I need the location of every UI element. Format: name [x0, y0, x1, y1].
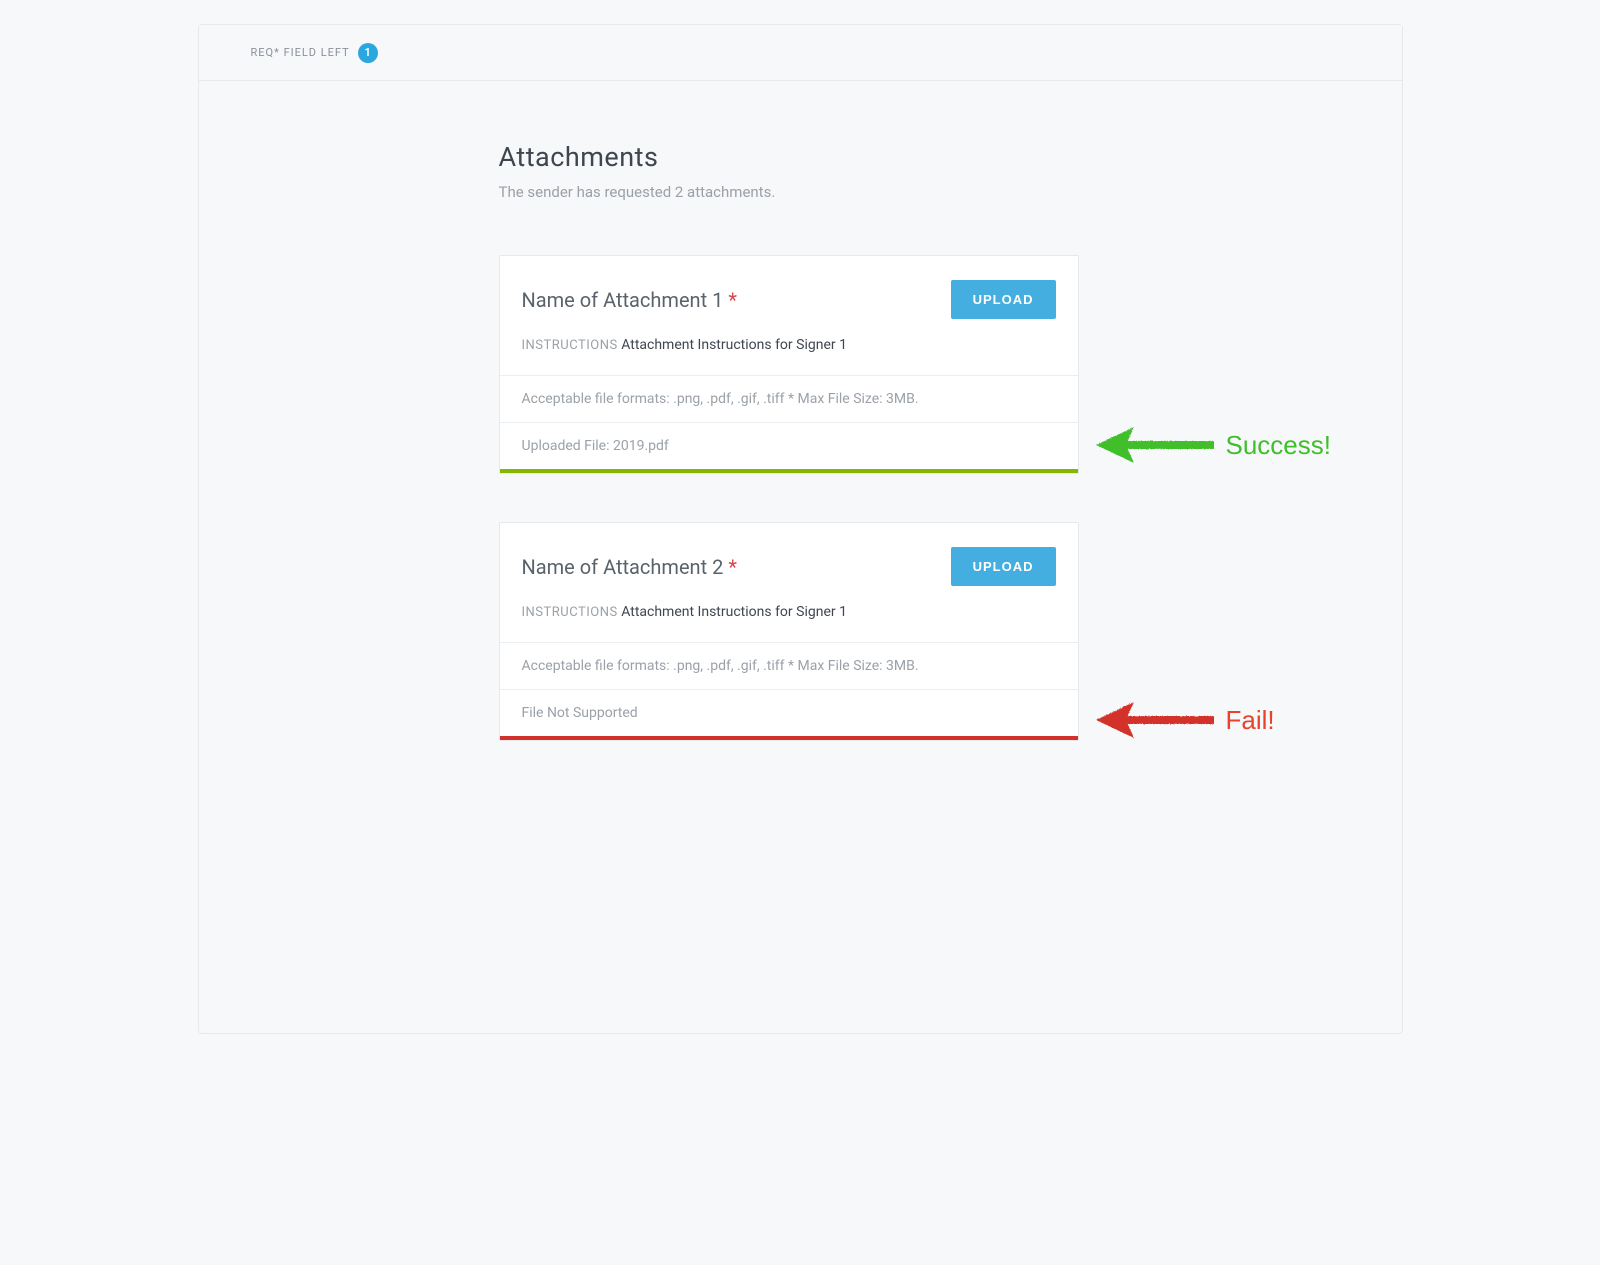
attachment-card-head: Name of Attachment 2 * UPLOAD	[500, 523, 1078, 604]
required-star-icon: *	[728, 555, 737, 579]
attachment-title-text: Name of Attachment 2	[522, 555, 724, 579]
attachment-title-text: Name of Attachment 1	[522, 288, 724, 312]
attachment-status-text: Uploaded File: 2019.pdf	[500, 422, 1078, 469]
content: Attachments The sender has requested 2 a…	[199, 81, 1402, 849]
attachment-status-bar-fail	[500, 736, 1078, 740]
instructions-label: INSTRUCTIONS	[522, 338, 618, 353]
attachments-container: Attachments The sender has requested 2 a…	[499, 141, 1079, 741]
attachment-title: Name of Attachment 2 *	[522, 555, 737, 579]
attachment-status-bar-success	[500, 469, 1078, 473]
attachment-card: Name of Attachment 1 * UPLOAD INSTRUCTIO…	[499, 255, 1079, 474]
required-fields-count-badge: 1	[358, 43, 378, 63]
attachment-instructions: INSTRUCTIONS Attachment Instructions for…	[500, 337, 1078, 375]
required-fields-label: REQ* FIELD LEFT	[251, 46, 350, 59]
topbar: REQ* FIELD LEFT 1	[199, 25, 1402, 81]
attachment-instructions: INSTRUCTIONS Attachment Instructions for…	[500, 604, 1078, 642]
attachment-formats: Acceptable file formats: .png, .pdf, .gi…	[500, 642, 1078, 689]
attachment-title: Name of Attachment 1 *	[522, 288, 737, 312]
attachment-formats: Acceptable file formats: .png, .pdf, .gi…	[500, 375, 1078, 422]
attachment-card-head: Name of Attachment 1 * UPLOAD	[500, 256, 1078, 337]
upload-button[interactable]: UPLOAD	[951, 280, 1056, 319]
page-title: Attachments	[499, 141, 1079, 173]
attachment-card: Name of Attachment 2 * UPLOAD INSTRUCTIO…	[499, 522, 1079, 741]
instructions-text: Attachment Instructions for Signer 1	[621, 604, 847, 620]
app-window: REQ* FIELD LEFT 1 Attachments The sender…	[198, 24, 1403, 1034]
instructions-text: Attachment Instructions for Signer 1	[621, 337, 847, 353]
page-subtitle: The sender has requested 2 attachments.	[499, 183, 1079, 201]
upload-button[interactable]: UPLOAD	[951, 547, 1056, 586]
attachment-status-text: File Not Supported	[500, 689, 1078, 736]
required-star-icon: *	[728, 288, 737, 312]
instructions-label: INSTRUCTIONS	[522, 605, 618, 620]
